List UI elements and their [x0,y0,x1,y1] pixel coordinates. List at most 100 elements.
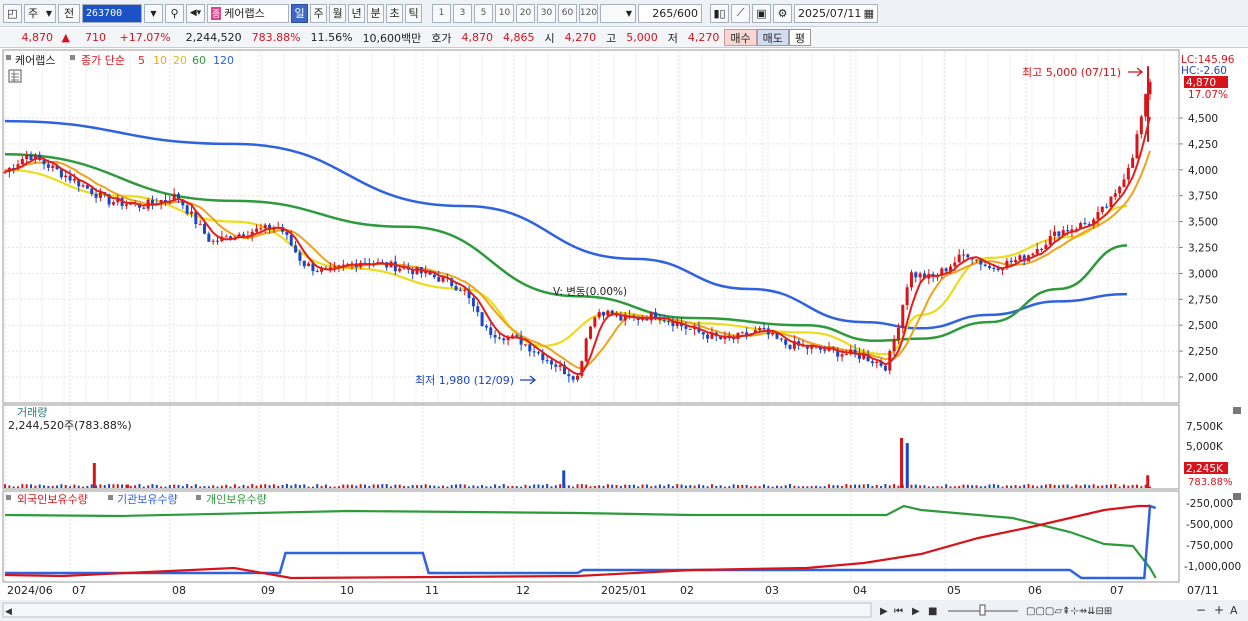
volume-close-icon[interactable] [1233,407,1241,414]
interval-30[interactable]: 30 [537,3,556,23]
count-field[interactable]: 265/600 [638,3,702,23]
candle-body [29,155,33,160]
volume-bar [212,485,215,488]
candle-body [779,338,783,340]
interval-60[interactable]: 60 [558,3,577,23]
volume-bar [272,484,275,488]
stop-icon[interactable]: ■ [928,606,937,617]
interval-3[interactable]: 3 [453,3,472,23]
chart-canvas[interactable]: 케어랩스 종가 단순 5 10 20 60 120 LC:145.96 HC:-… [0,48,1248,621]
candle-body [393,261,397,272]
volume-bar [615,484,618,488]
prev-button[interactable]: 전 [58,3,80,23]
volume-bar [1001,486,1004,488]
candle-body [597,312,601,318]
volume-bar [971,485,974,488]
period-day[interactable]: 일 [291,3,308,23]
zoom-out-icon[interactable]: − [1196,603,1206,617]
candle-body [20,159,24,165]
candle-body [1035,248,1039,254]
volume-bar [697,484,700,488]
text-tool-icon[interactable]: A [1230,604,1238,617]
stock-name-field[interactable]: 종 케어랩스 [207,3,289,23]
period-second[interactable]: 초 [386,3,403,23]
volume-bar [1027,484,1030,488]
horizontal-scrollbar[interactable] [2,602,872,618]
x-axis-label: 07 [72,584,86,597]
volume-bar [940,486,943,488]
candle-body [762,328,766,330]
period-tick[interactable]: 틱 [405,3,422,23]
legend-ma-label: 종가 단순 [81,54,125,67]
price-tick: 2,250 [1188,346,1218,358]
candle-body [90,188,94,195]
volume-bar [381,484,384,488]
candle-body [901,305,905,328]
interval-dropdown[interactable]: ▼ [600,3,636,23]
sell-button[interactable]: 매도 [756,29,789,46]
volume-bar [836,485,839,488]
save-icon[interactable]: ▣ [752,3,771,23]
zoom-slider-handle[interactable] [979,604,986,616]
price-tick: 3,250 [1188,243,1218,255]
candle-body [571,376,575,380]
vol-tick-7500: 7,500K [1186,421,1224,433]
period-week[interactable]: 주 [310,3,327,23]
volume-bar [936,486,939,488]
candle-body [840,354,844,357]
volume-bar [598,485,601,488]
volume-bar [988,484,991,488]
first-icon[interactable]: ⏮ [894,606,903,617]
gear-icon[interactable]: ⚙ [773,3,792,23]
volume-bar [875,484,878,488]
date-field[interactable]: 2025/07/11 ▦ [794,3,878,23]
zoom-in-icon[interactable]: + [1214,603,1224,617]
volume-bar [69,486,72,488]
interval-20[interactable]: 20 [516,3,535,23]
market-select[interactable]: 주 ▼ [24,3,56,23]
period-year[interactable]: 년 [348,3,365,23]
scroll-left-icon[interactable]: ◀ [5,607,12,617]
volume-spike [900,438,904,488]
stock-code-input[interactable]: 263700 [82,3,142,23]
interval-10[interactable]: 10 [495,3,514,23]
candle-icon[interactable]: ▮▯ [710,3,729,23]
search-icon[interactable]: ⚲ [165,3,184,23]
chart-type-icon[interactable]: ◰ [3,3,22,23]
volume-bar [841,486,844,488]
volume-bar [767,485,770,488]
volume-bar [914,484,917,488]
volume-bar [671,486,674,488]
volume-bar [567,485,570,488]
code-dropdown-icon[interactable]: ▼ [144,3,163,23]
date-value: 2025/07/11 [798,6,862,20]
legend-institution: 기관보유수량 [117,493,178,506]
volume-bar [858,484,861,488]
interval-1[interactable]: 1 [432,3,451,23]
eval-button[interactable]: 평 [788,29,812,46]
candle-body [944,268,948,272]
calendar-icon[interactable]: ▦ [864,7,874,20]
volume-bar [494,484,497,488]
sound-icon[interactable]: ◀▾ [186,3,205,23]
interval-5[interactable]: 5 [474,3,493,23]
candle-body [870,361,874,364]
period-month[interactable]: 월 [329,3,346,23]
volume-value: 2,244,520 [185,31,242,44]
volume-bar [1075,484,1078,488]
candle-body [532,351,536,353]
volume-bar [194,484,197,488]
holdings-close-icon[interactable] [1233,493,1241,500]
line-tool-icon[interactable]: ⟋ [731,3,750,23]
play-icon[interactable]: ▶ [912,606,920,617]
interval-120[interactable]: 120 [579,3,598,23]
volume-bar [741,484,744,488]
volume-bar [979,486,982,488]
volume-bar [507,486,510,488]
period-minute[interactable]: 분 [367,3,384,23]
candle-body [454,286,458,291]
scroll-right-icon[interactable]: ▶ [880,606,888,617]
tool-icons[interactable]: ▢▢▢▱⇞⊹⇸⇊⊟⊞ [1026,606,1112,617]
volume-bar [524,484,527,488]
buy-button[interactable]: 매수 [724,29,757,46]
